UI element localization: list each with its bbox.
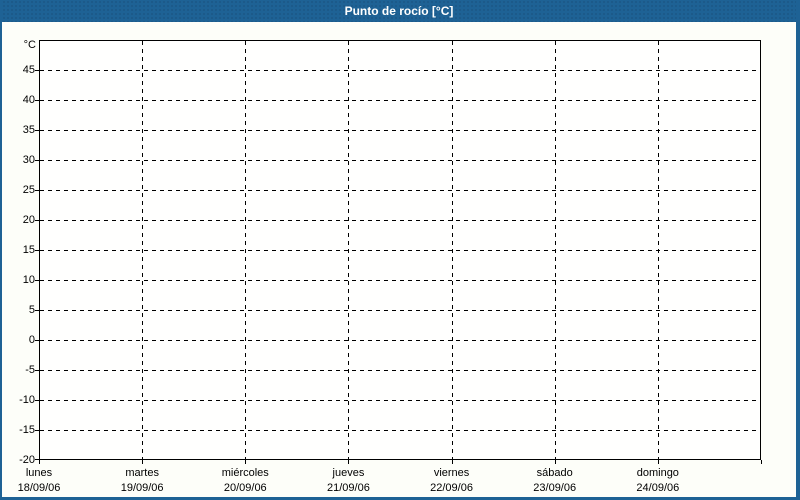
x-grid-line (142, 41, 144, 459)
y-tick-label: 0 (28, 334, 35, 346)
y-tick-mark (35, 160, 39, 161)
y-grid-line (40, 250, 760, 251)
y-tick-label: 30 (22, 154, 35, 166)
y-grid-line (40, 160, 760, 161)
x-tick-mark (554, 460, 556, 464)
y-axis-unit-label: °C (23, 39, 36, 51)
chart-title: Punto de rocío [°C] (344, 4, 454, 18)
x-tick-mark (657, 460, 659, 464)
y-tick-mark (35, 280, 39, 281)
y-tick-label: 40 (22, 94, 35, 106)
x-day-label: martes (125, 467, 159, 479)
y-grid-line (40, 130, 760, 131)
y-tick-mark (35, 70, 39, 71)
y-tick-label: 5 (28, 304, 35, 316)
x-day-label: sábado (536, 467, 573, 479)
x-day-label: miércoles (221, 467, 269, 479)
x-date-label: 22/09/06 (430, 482, 473, 494)
y-tick-label: 15 (22, 244, 35, 256)
y-grid-line (40, 190, 760, 191)
y-tick-mark (35, 100, 39, 101)
x-date-label: 20/09/06 (223, 482, 267, 494)
y-tick-label: 20 (22, 214, 35, 226)
y-tick-mark (35, 370, 39, 371)
y-tick-label: 25 (22, 184, 35, 196)
x-date-label: 23/09/06 (533, 482, 577, 494)
y-tick-mark (35, 400, 39, 401)
x-grid-line (245, 41, 247, 459)
y-tick-mark (35, 130, 39, 131)
y-tick-label: -15 (19, 424, 35, 436)
x-date-label: 19/09/06 (120, 482, 164, 494)
x-tick-mark (245, 460, 247, 464)
y-grid-line (40, 70, 760, 71)
x-tick-mark (348, 460, 350, 464)
x-grid-line (657, 41, 659, 459)
y-grid-line (40, 220, 760, 221)
y-tick-label: -10 (19, 394, 35, 406)
x-grid-line (348, 41, 350, 459)
y-grid-line (40, 100, 760, 101)
y-tick-mark (35, 430, 39, 431)
y-tick-mark (35, 250, 39, 251)
y-tick-label: 35 (22, 124, 35, 136)
x-day-label: jueves (332, 467, 365, 479)
chart-window: Punto de rocío [°C] °C 45 40 35 30 25 20 15 10 5… (0, 0, 800, 500)
y-tick-mark (35, 340, 39, 341)
y-grid-line (40, 400, 760, 401)
chart-area: °C 45 40 35 30 25 20 15 10 5 0 -5 -10 -15 -20 lunes 18/… (2, 22, 796, 497)
x-grid-line (554, 41, 556, 459)
x-tick-mark (761, 460, 762, 464)
chart-title-bar: Punto de rocío [°C] (2, 0, 796, 22)
x-grid-line (451, 41, 453, 459)
y-tick-mark (35, 220, 39, 221)
y-tick-label: -20 (19, 454, 35, 466)
y-grid-line (40, 310, 760, 311)
x-day-label: viernes (433, 467, 470, 479)
y-tick-label: 45 (22, 64, 35, 76)
y-tick-mark (35, 310, 39, 311)
x-tick-mark (142, 460, 144, 464)
x-date-label: 21/09/06 (327, 482, 370, 494)
y-grid-line (40, 280, 760, 281)
y-tick-label: 10 (22, 274, 35, 286)
y-tick-label: -5 (25, 364, 35, 376)
y-grid-line (40, 430, 760, 431)
y-tick-mark (35, 190, 39, 191)
x-tick-mark (39, 460, 40, 464)
x-tick-mark (451, 460, 453, 464)
x-date-label: 24/09/06 (636, 482, 680, 494)
x-day-label: domingo (636, 467, 679, 479)
y-grid-line (40, 370, 760, 371)
y-grid-line (40, 340, 760, 341)
